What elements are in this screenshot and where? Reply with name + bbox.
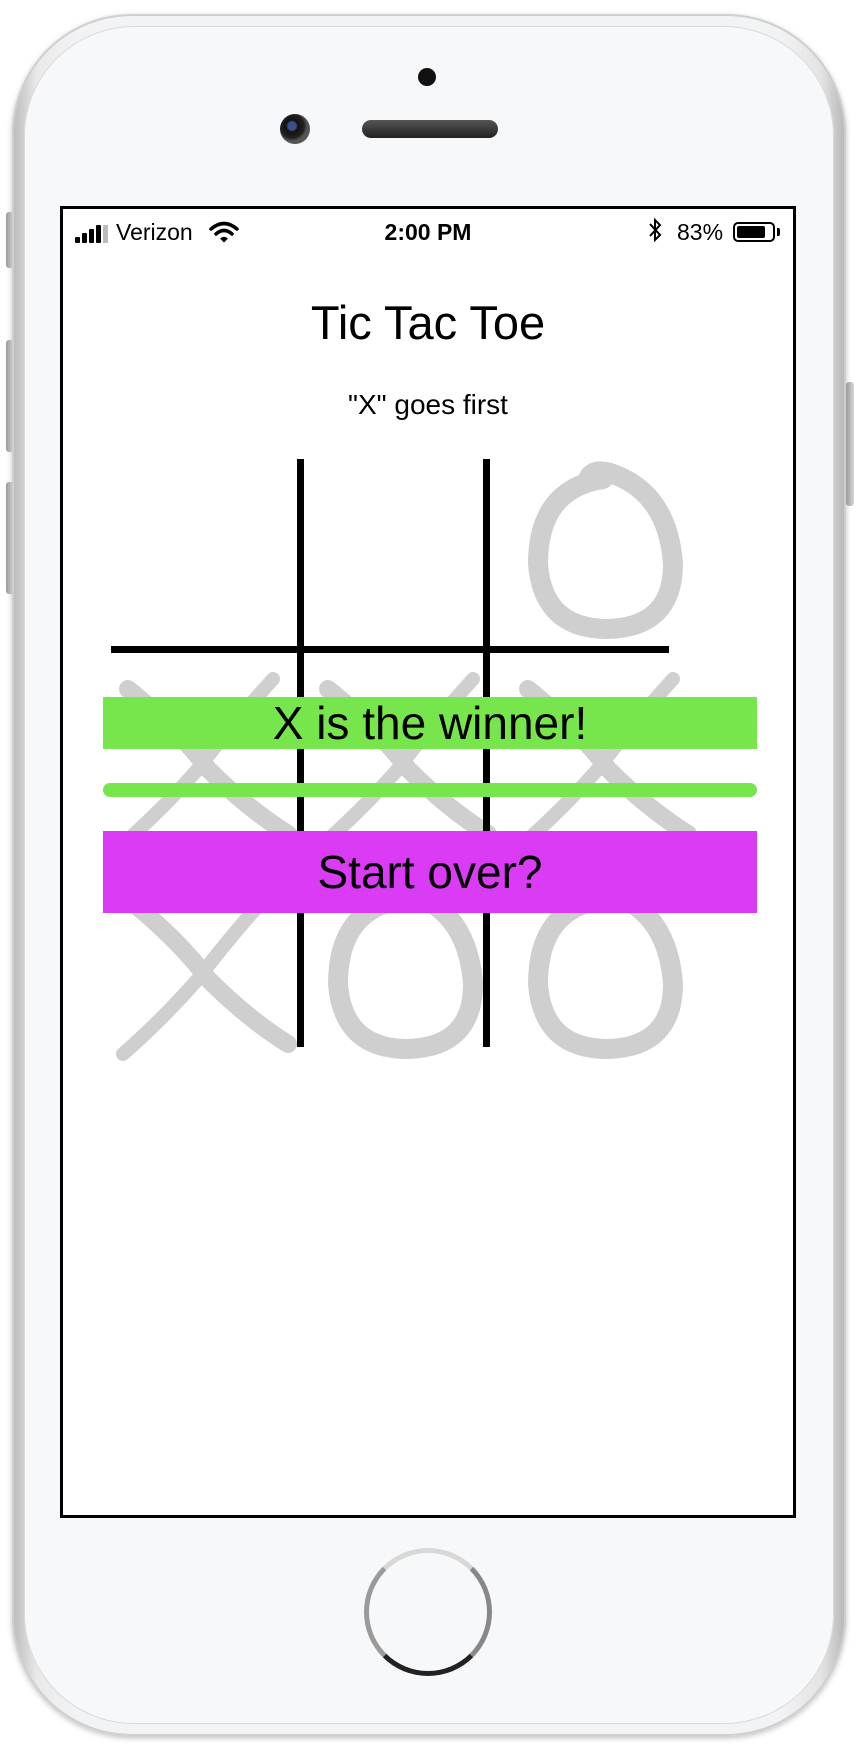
winning-line	[103, 783, 757, 797]
x-mark-icon	[116, 672, 297, 851]
winner-banner: X is the winner!	[103, 697, 757, 749]
silent-switch	[6, 212, 14, 268]
battery-level-fill	[737, 226, 766, 238]
battery-icon	[733, 222, 775, 242]
front-camera-lens	[280, 114, 310, 144]
volume-down-button	[6, 482, 14, 594]
volume-up-button	[6, 340, 14, 452]
grid-line-vertical-1	[297, 459, 304, 1047]
battery-percent: 83%	[677, 219, 724, 245]
proximity-sensor	[418, 68, 436, 86]
page-title: Tic Tac Toe	[310, 296, 546, 349]
o-mark-icon	[527, 461, 684, 640]
x-mark-icon	[316, 672, 497, 851]
power-button	[846, 382, 854, 506]
screen: Verizon 2:00 PM 83% Tic Tac Toe "X" goes…	[60, 206, 796, 1518]
grid-line-horizontal-1	[111, 646, 669, 653]
start-over-button[interactable]: Start over?	[103, 831, 757, 913]
battery-tip	[777, 228, 780, 236]
status-bar: Verizon 2:00 PM 83%	[63, 209, 793, 255]
board-cell-1-2[interactable]	[303, 444, 503, 654]
turn-hint: "X" goes first	[348, 389, 508, 420]
board-cell-1-1[interactable]	[103, 444, 303, 654]
home-button[interactable]	[364, 1548, 492, 1676]
board-cell-1-3[interactable]	[503, 444, 703, 654]
earpiece-speaker	[362, 120, 498, 138]
bluetooth-icon	[649, 217, 662, 243]
grid-line-vertical-2	[483, 459, 490, 1047]
x-mark-icon	[516, 672, 697, 851]
